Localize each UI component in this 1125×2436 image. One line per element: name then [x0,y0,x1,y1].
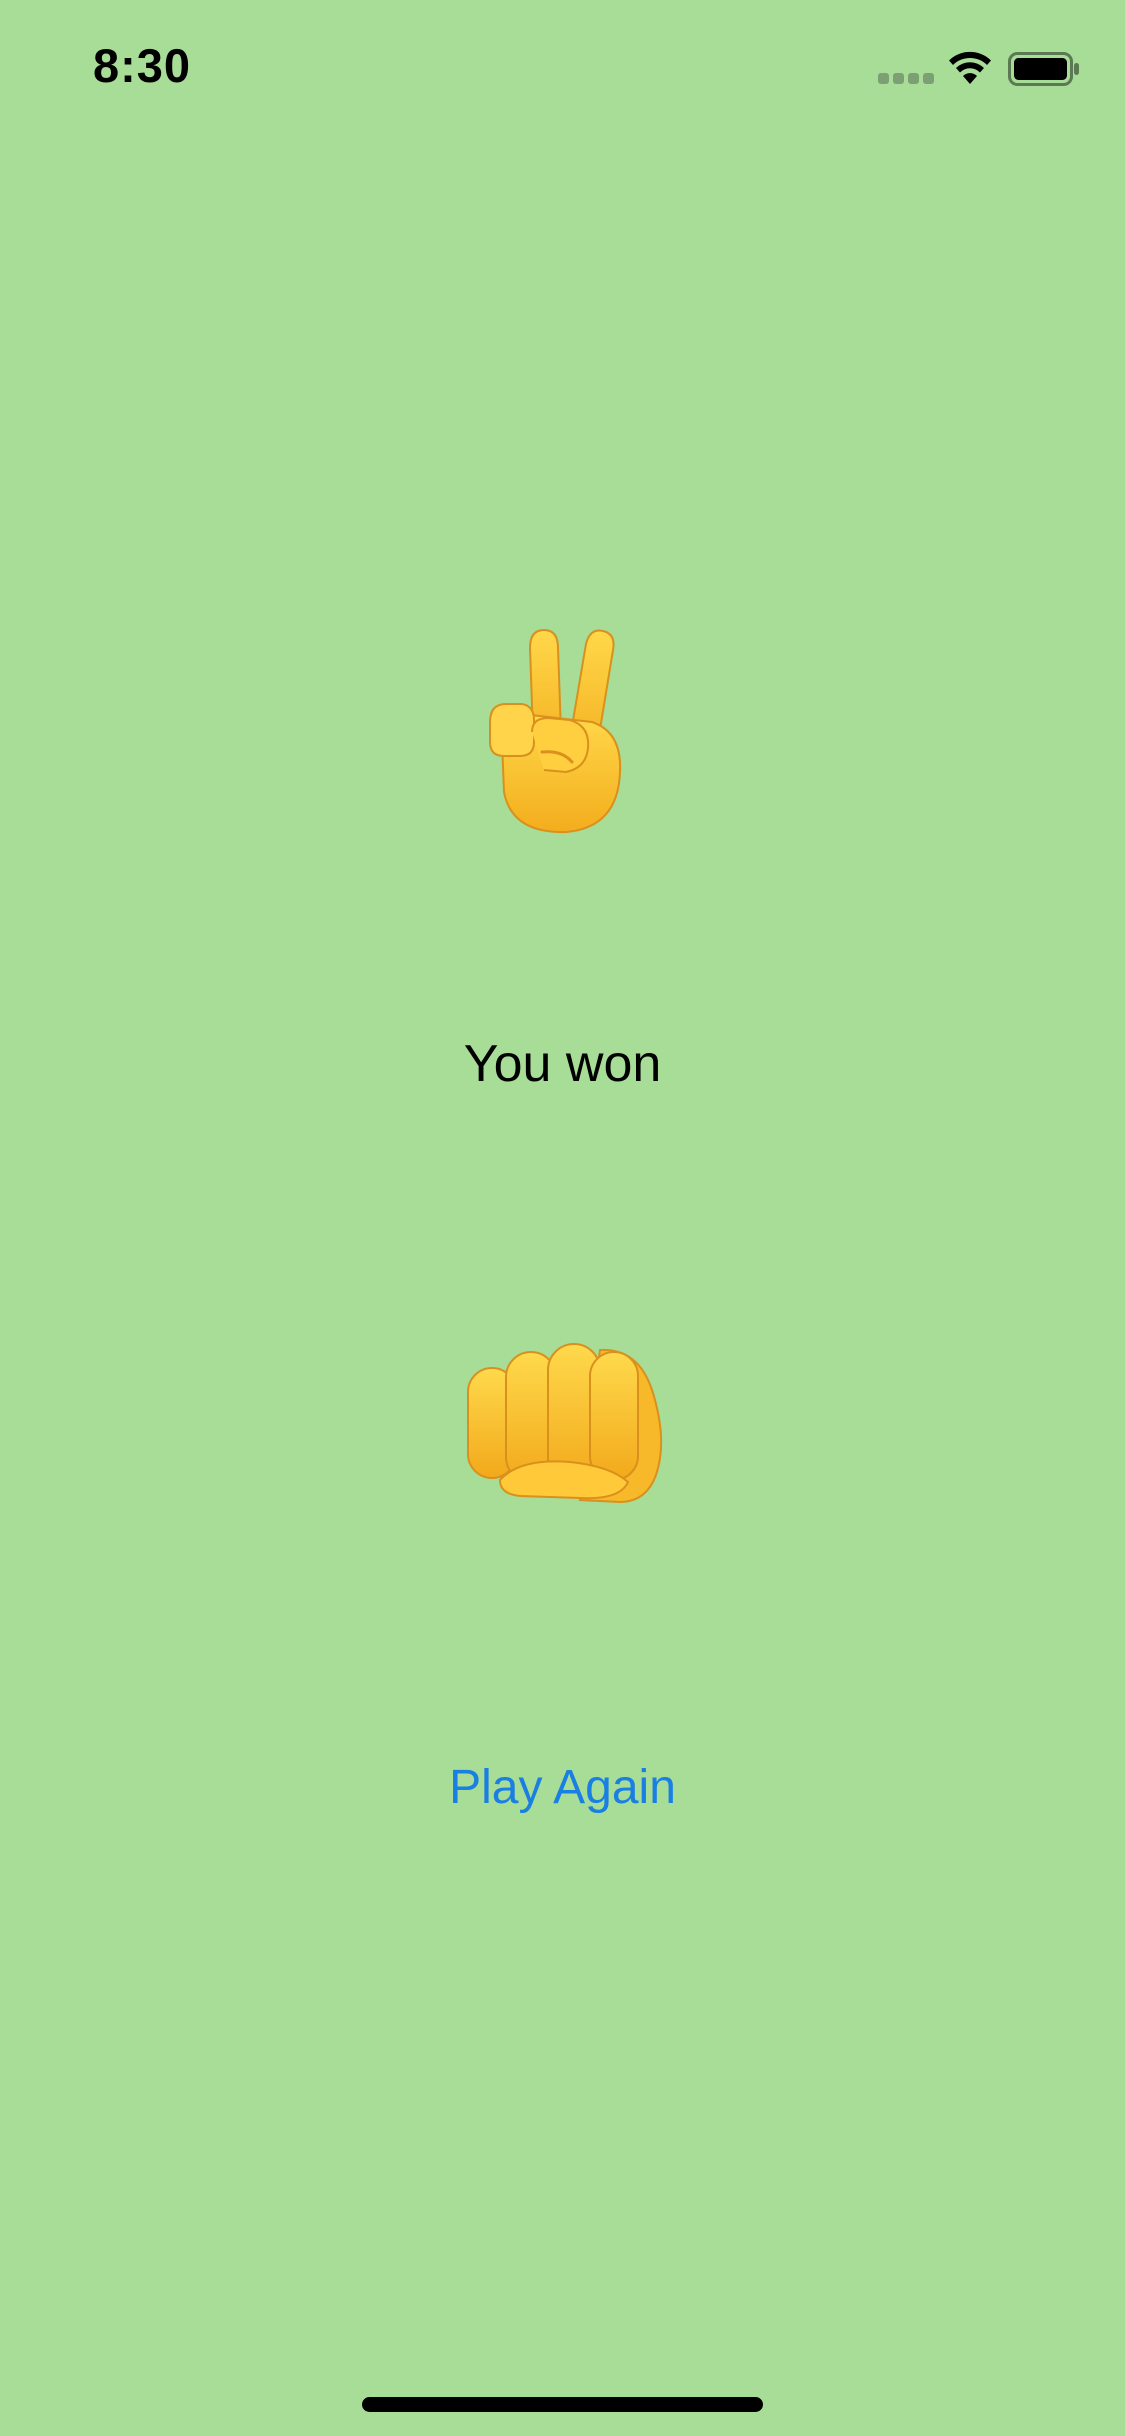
battery-icon [1008,52,1079,86]
result-text: You won [463,1035,662,1093]
wifi-icon [949,51,991,84]
play-again-button[interactable]: Play Again [0,1758,1125,1818]
home-indicator[interactable] [362,2397,763,2412]
fist-icon [467,1343,663,1504]
status-bar: 8:30 [0,0,1125,140]
status-time: 8:30 [93,39,192,92]
victory-hand-icon [489,628,622,834]
play-again-label[interactable]: Play Again [449,1761,676,1814]
cellular-signal-icon [878,73,934,85]
